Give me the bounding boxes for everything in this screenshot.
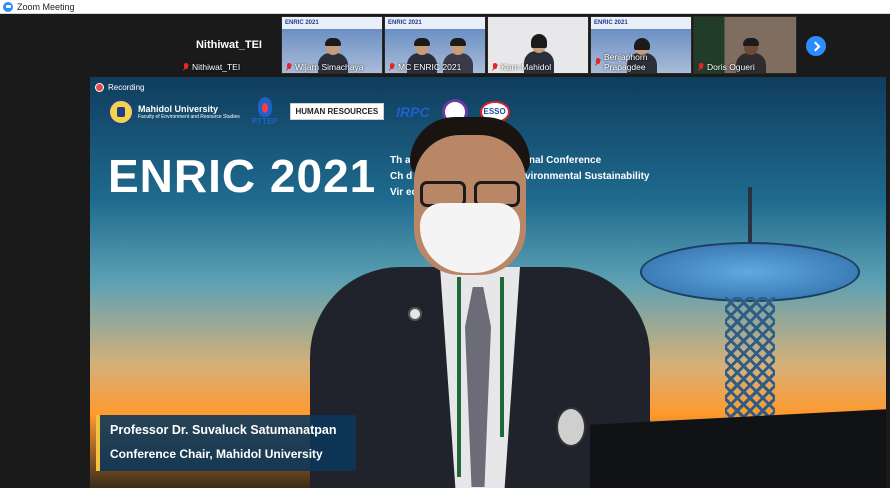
participant-tile[interactable]: ENRIC 2021 Wijarn Simachaya <box>281 16 383 74</box>
participant-name: Benjaphorn Prapagdee <box>603 52 648 72</box>
participant-tile[interactable]: Karn Mahidol <box>487 16 589 74</box>
recording-label: Recording <box>108 83 145 92</box>
muted-mic-icon <box>492 63 498 71</box>
tile-banner: ENRIC 2021 <box>385 17 485 29</box>
university-seal-icon <box>108 98 134 125</box>
participant-display-name: Nithiwat_TEI <box>195 39 262 51</box>
participant-name-label: Nithiwat_TEI <box>183 62 240 72</box>
tile-banner: ENRIC 2021 <box>282 17 382 29</box>
pttep-logo: PTTEP <box>252 97 278 126</box>
participant-tile[interactable]: Doris Ogueri <box>693 16 797 74</box>
speaker-name: Professor Dr. Suvaluck Satumanatpan <box>110 423 337 437</box>
badge-icon <box>556 407 586 447</box>
participant-name-label: Doris Ogueri <box>698 62 755 72</box>
muted-mic-icon <box>183 63 189 71</box>
muted-mic-icon <box>286 63 292 71</box>
recording-icon <box>96 84 103 91</box>
tile-banner: ENRIC 2021 <box>591 17 691 29</box>
glasses-icon <box>420 181 520 207</box>
speaker-title: Conference Chair, Mahidol University <box>110 447 323 461</box>
mahidol-faculty: Faculty of Environment and Resource Stud… <box>138 113 240 120</box>
participant-name: Wijarn Simachaya <box>295 62 364 72</box>
mahidol-logo: Mahidol University Faculty of Environmen… <box>108 98 240 125</box>
recording-indicator: Recording <box>96 83 144 92</box>
zoom-logo-icon <box>3 1 13 12</box>
next-page-button[interactable] <box>806 36 826 56</box>
muted-mic-icon <box>595 58 601 66</box>
title-bar: Zoom Meeting <box>0 0 890 14</box>
participant-name-label: Benjaphorn Prapagdee <box>595 52 691 72</box>
flame-icon <box>257 97 272 117</box>
muted-mic-icon <box>698 63 704 71</box>
lapel-pin-icon <box>408 307 422 321</box>
participant-tile[interactable]: ENRIC 2021 MC ENRIC 2021 <box>384 16 486 74</box>
window-title: Zoom Meeting <box>17 1 75 12</box>
mahidol-name: Mahidol University <box>138 103 219 114</box>
participant-name-label: Wijarn Simachaya <box>286 62 364 72</box>
participant-name-label: MC ENRIC 2021 <box>389 62 461 72</box>
speaker-caption: Professor Dr. Suvaluck Satumanatpan Conf… <box>96 415 356 471</box>
participant-strip: Nithiwat_TEI Nithiwat_TEI ENRIC 2021 Wij… <box>0 14 890 76</box>
muted-mic-icon <box>389 63 395 71</box>
participant-name: MC ENRIC 2021 <box>398 62 462 72</box>
participant-name: Nithiwat_TEI <box>192 62 241 72</box>
participant-tile[interactable]: ENRIC 2021 Benjaphorn Prapagdee <box>590 16 692 74</box>
participant-name-label: Karn Mahidol <box>492 62 551 72</box>
active-speaker-video: Recording Mahidol University Faculty of … <box>90 77 886 488</box>
participant-name: Doris Ogueri <box>707 62 755 72</box>
participant-tile[interactable]: Nithiwat_TEI Nithiwat_TEI <box>178 16 280 74</box>
participant-name: Karn Mahidol <box>501 62 552 72</box>
